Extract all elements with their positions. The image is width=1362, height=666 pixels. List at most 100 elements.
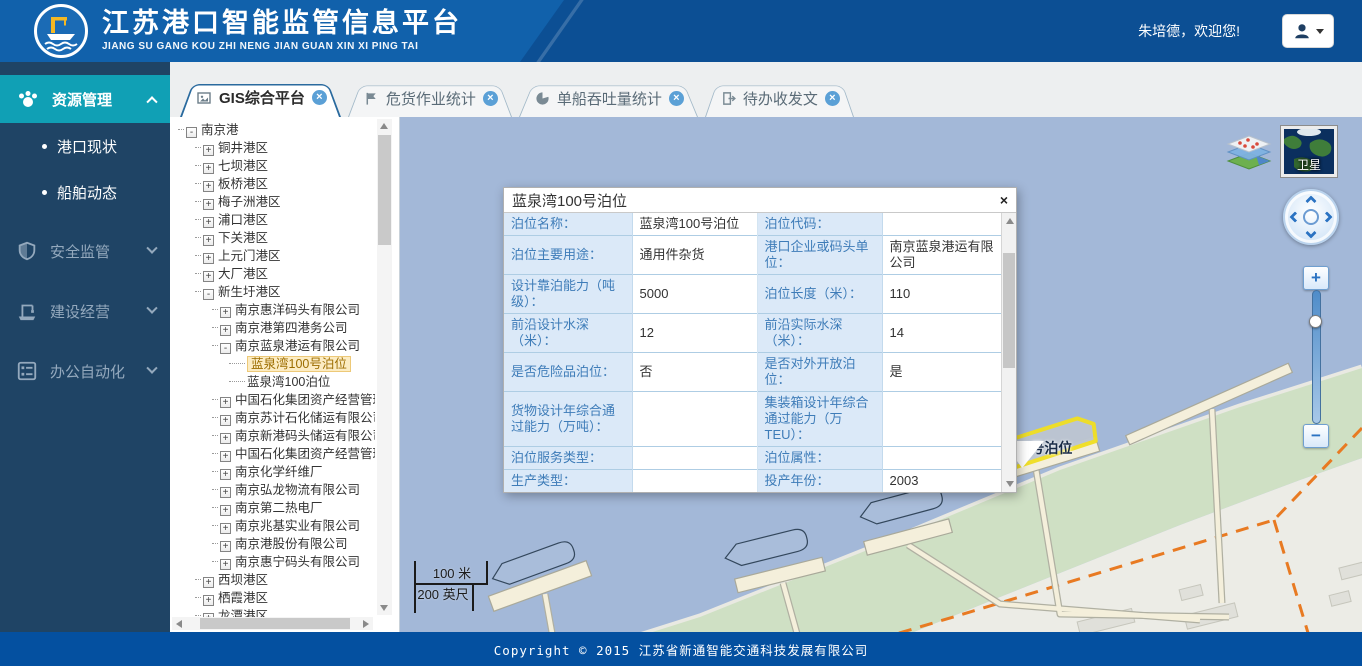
- tree-item-label[interactable]: 南京惠洋码头有限公司: [235, 303, 360, 317]
- tree-item-label[interactable]: 南京化学纤维厂: [235, 465, 323, 479]
- tree-item[interactable]: 蓝泉湾100泊位: [176, 373, 375, 391]
- tree-item[interactable]: + 南京化学纤维厂: [176, 463, 375, 481]
- tree-item[interactable]: -南京蓝泉港运有限公司: [176, 337, 375, 355]
- tab-close-icon[interactable]: ×: [669, 91, 684, 106]
- user-menu-button[interactable]: [1282, 14, 1334, 48]
- ship-outline[interactable]: [723, 527, 810, 569]
- expand-icon[interactable]: +: [220, 433, 231, 444]
- tree-item-label[interactable]: 中国石化集团资产经营管理有: [235, 447, 375, 461]
- scroll-down-icon[interactable]: [380, 605, 388, 611]
- expand-icon[interactable]: +: [220, 451, 231, 462]
- tree-item[interactable]: +上元门港区: [176, 247, 375, 265]
- scroll-left-icon[interactable]: [176, 620, 182, 628]
- tree-item-label[interactable]: 南京兆基实业有限公司: [235, 519, 360, 533]
- tree-item-label[interactable]: 下关港区: [218, 231, 268, 245]
- expand-icon[interactable]: +: [220, 397, 231, 408]
- tree-item-label[interactable]: 中国石化集团资产经营管理有: [235, 393, 375, 407]
- tree-item[interactable]: + 铜井港区: [176, 139, 375, 157]
- tree-item-label[interactable]: 南京新港码头储运有限公司: [235, 429, 375, 443]
- scrollbar-thumb[interactable]: [1003, 253, 1015, 368]
- tree-item[interactable]: +大厂港区: [176, 265, 375, 283]
- tree-item-label[interactable]: 铜井港区: [218, 141, 268, 155]
- tree-item[interactable]: + 南京兆基实业有限公司: [176, 517, 375, 535]
- scroll-up-icon[interactable]: [380, 123, 388, 129]
- sidebar-item-port-status[interactable]: 港口现状: [0, 123, 170, 169]
- tree-item[interactable]: + 中国石化集团资产经营管理有: [176, 445, 375, 463]
- pan-right-icon[interactable]: [1321, 211, 1332, 222]
- satellite-view-button[interactable]: 卫星: [1281, 126, 1337, 177]
- tree-item-label[interactable]: 大厂港区: [218, 267, 268, 281]
- expand-icon[interactable]: +: [220, 523, 231, 534]
- tab-gis-platform[interactable]: GIS综合平台 ×: [180, 78, 341, 117]
- expand-icon[interactable]: +: [203, 199, 214, 210]
- pan-down-icon[interactable]: [1305, 227, 1316, 238]
- tree-item-label[interactable]: 七坝港区: [218, 159, 268, 173]
- collapse-icon[interactable]: -: [203, 289, 214, 300]
- tree-horizontal-scrollbar[interactable]: [172, 617, 373, 630]
- tree-item[interactable]: 蓝泉湾100号泊位: [176, 355, 375, 373]
- tree-item[interactable]: + 南京弘龙物流有限公司: [176, 481, 375, 499]
- expand-icon[interactable]: +: [203, 145, 214, 156]
- expand-icon[interactable]: +: [203, 181, 214, 192]
- tree-item[interactable]: + 七坝港区: [176, 157, 375, 175]
- tree-item-label[interactable]: 南京苏计石化储运有限公司: [235, 411, 375, 425]
- expand-icon[interactable]: +: [203, 577, 214, 588]
- tree-item-label[interactable]: 新生圩港区: [218, 285, 281, 299]
- scroll-right-icon[interactable]: [363, 620, 369, 628]
- tree-item[interactable]: + 浦口港区: [176, 211, 375, 229]
- expand-icon[interactable]: +: [220, 505, 231, 516]
- tree-item[interactable]: + 南京惠洋码头有限公司: [176, 301, 375, 319]
- zoom-slider-thumb[interactable]: [1309, 315, 1322, 328]
- tab-close-icon[interactable]: ×: [312, 90, 327, 105]
- tab-dangerous-cargo-stats[interactable]: 危货作业统计 ×: [348, 80, 512, 117]
- pan-left-icon[interactable]: [1289, 211, 1300, 222]
- tab-single-ship-throughput-stats[interactable]: 单船吞吐量统计 ×: [519, 80, 698, 117]
- sidebar-item-resource-management[interactable]: 资源管理: [0, 75, 170, 123]
- tree-item[interactable]: +南京港股份有限公司: [176, 535, 375, 553]
- expand-icon[interactable]: +: [220, 559, 231, 570]
- tree-item-label[interactable]: 蓝泉湾100泊位: [247, 375, 330, 389]
- tree-item-label[interactable]: 浦口港区: [218, 213, 268, 227]
- tree-item-label[interactable]: 西坝港区: [218, 573, 268, 587]
- expand-icon[interactable]: +: [203, 595, 214, 606]
- tab-close-icon[interactable]: ×: [825, 91, 840, 106]
- expand-icon[interactable]: +: [220, 415, 231, 426]
- tree-item[interactable]: + 板桥港区: [176, 175, 375, 193]
- expand-icon[interactable]: +: [220, 325, 231, 336]
- expand-icon[interactable]: +: [220, 487, 231, 498]
- close-icon[interactable]: ×: [1000, 193, 1008, 207]
- zoom-in-button[interactable]: +: [1303, 266, 1329, 290]
- tree-item-label[interactable]: 南京蓝泉港运有限公司: [235, 339, 360, 353]
- tree-item[interactable]: + 南京港第四港务公司: [176, 319, 375, 337]
- tree-item[interactable]: -南京港: [176, 121, 375, 139]
- tab-close-icon[interactable]: ×: [483, 91, 498, 106]
- tree-item-label[interactable]: 南京港第四港务公司: [235, 321, 348, 335]
- expand-icon[interactable]: +: [203, 163, 214, 174]
- tree-vertical-scrollbar[interactable]: [377, 119, 392, 615]
- tree-item[interactable]: +下关港区: [176, 229, 375, 247]
- tree-item-label[interactable]: 南京港: [201, 123, 239, 137]
- pan-center-icon[interactable]: [1303, 209, 1319, 225]
- scroll-down-icon[interactable]: [1006, 481, 1014, 487]
- pan-up-icon[interactable]: [1305, 195, 1316, 206]
- tree-item[interactable]: + 中国石化集团资产经营管理有: [176, 391, 375, 409]
- map-layers-button[interactable]: [1226, 135, 1272, 173]
- expand-icon[interactable]: +: [220, 541, 231, 552]
- sidebar-item-safety-supervision[interactable]: 安全监管: [0, 227, 170, 275]
- tree-item-label[interactable]: 梅子洲港区: [218, 195, 281, 209]
- tree-item-label[interactable]: 板桥港区: [218, 177, 268, 191]
- tree-item-label[interactable]: 南京第二热电厂: [235, 501, 323, 515]
- expand-icon[interactable]: +: [220, 307, 231, 318]
- tab-pending-documents[interactable]: 待办收发文 ×: [705, 80, 854, 117]
- map-pan-control[interactable]: [1283, 189, 1339, 245]
- tree-item-label[interactable]: 南京弘龙物流有限公司: [235, 483, 360, 497]
- scrollbar-thumb[interactable]: [378, 135, 391, 245]
- expand-icon[interactable]: +: [220, 469, 231, 480]
- tree-item-label[interactable]: 南京惠宁码头有限公司: [235, 555, 360, 569]
- sidebar-item-office-automation[interactable]: 办公自动化: [0, 347, 170, 395]
- scroll-up-icon[interactable]: [1006, 218, 1014, 224]
- expand-icon[interactable]: +: [203, 217, 214, 228]
- expand-icon[interactable]: +: [203, 253, 214, 264]
- zoom-out-button[interactable]: −: [1303, 424, 1329, 448]
- tree-item[interactable]: + 南京新港码头储运有限公司: [176, 427, 375, 445]
